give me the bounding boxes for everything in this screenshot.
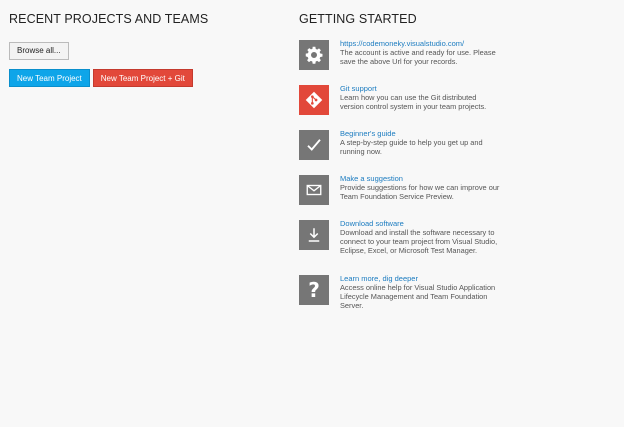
new-team-project-button[interactable]: New Team Project bbox=[9, 69, 90, 87]
learn-more-description: Access online help for Visual Studio App… bbox=[340, 283, 496, 310]
getting-started-item-learn-more: ? Learn more, dig deeper Access online h… bbox=[299, 274, 609, 320]
getting-started-item-download: Download software Download and install t… bbox=[299, 219, 609, 275]
download-software-description: Download and install the software necess… bbox=[340, 228, 498, 255]
getting-started-item-guide: Beginner's guide A step-by-step guide to… bbox=[299, 129, 609, 175]
getting-started-heading: GETTING STARTED bbox=[299, 12, 417, 26]
beginners-guide-link[interactable]: Beginner's guide bbox=[340, 129, 500, 138]
git-support-description: Learn how you can use the Git distribute… bbox=[340, 93, 487, 111]
make-suggestion-description: Provide suggestions for how we can impro… bbox=[340, 183, 500, 201]
download-software-link[interactable]: Download software bbox=[340, 219, 500, 228]
download-icon bbox=[299, 220, 329, 250]
gear-icon bbox=[299, 40, 329, 70]
learn-more-link[interactable]: Learn more, dig deeper bbox=[340, 274, 500, 283]
recent-projects-section: RECENT PROJECTS AND TEAMS Browse all... … bbox=[9, 12, 269, 87]
beginners-guide-description: A step-by-step guide to help you get up … bbox=[340, 138, 483, 156]
checkmark-icon bbox=[299, 130, 329, 160]
browse-all-button[interactable]: Browse all... bbox=[9, 42, 69, 60]
getting-started-section: GETTING STARTED https://codemoneky.visua… bbox=[299, 12, 609, 320]
getting-started-item-account: https://codemoneky.visualstudio.com/ The… bbox=[299, 39, 609, 85]
git-icon bbox=[299, 85, 329, 115]
question-icon: ? bbox=[299, 275, 329, 305]
new-team-project-git-button[interactable]: New Team Project + Git bbox=[92, 69, 193, 87]
git-support-link[interactable]: Git support bbox=[340, 84, 500, 93]
account-url-link[interactable]: https://codemoneky.visualstudio.com/ bbox=[340, 39, 500, 48]
envelope-icon bbox=[299, 175, 329, 205]
account-description: The account is active and ready for use.… bbox=[340, 48, 496, 66]
make-suggestion-link[interactable]: Make a suggestion bbox=[340, 174, 500, 183]
getting-started-item-suggestion: Make a suggestion Provide suggestions fo… bbox=[299, 174, 609, 220]
recent-projects-heading: RECENT PROJECTS AND TEAMS bbox=[9, 12, 209, 26]
getting-started-item-git: Git support Learn how you can use the Gi… bbox=[299, 84, 609, 130]
